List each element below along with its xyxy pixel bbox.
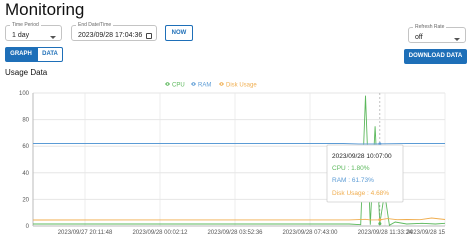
y-tick-label: 0	[26, 224, 30, 230]
x-tick-label: 2023/09/28 00:02:12	[132, 230, 188, 236]
legend-label: RAM	[198, 83, 211, 89]
tooltip-cpu: CPU : 1.80%	[332, 165, 370, 172]
legend-label: Disk Usage	[226, 83, 257, 89]
y-tick-label: 100	[19, 91, 30, 97]
x-tick-label: 2023/09/28 03:52:36	[207, 230, 263, 236]
tooltip-ram: RAM : 61.73%	[332, 177, 374, 184]
tooltip-time: 2023/09/28 10:07:00	[332, 153, 392, 160]
hover-point	[378, 222, 382, 226]
legend-marker	[191, 82, 196, 86]
legend-marker	[219, 82, 224, 86]
legend-label: CPU	[172, 83, 185, 89]
series-line-disk-usage	[32, 217, 446, 221]
tooltip-disk: Disk Usage : 4.68%	[332, 190, 389, 197]
y-tick-label: 60	[22, 144, 29, 150]
hover-point	[378, 218, 382, 222]
y-tick-label: 40	[22, 171, 29, 177]
y-tick-label: 80	[22, 118, 29, 124]
x-tick-label: 2023/09/27 20:11:48	[58, 230, 113, 236]
usage-chart: CPU RAM Disk Usage 2023/09/27 20:11:48 2023/…	[19, 82, 446, 236]
y-tick-label: 20	[22, 197, 29, 203]
x-tick-label: 2023/09/28 15	[407, 230, 446, 236]
x-tick-label: 2023/09/28 07:43:00	[282, 230, 338, 236]
x-tick-label: 2023/09/28 11:33:24	[358, 230, 413, 236]
legend-marker	[165, 82, 170, 86]
